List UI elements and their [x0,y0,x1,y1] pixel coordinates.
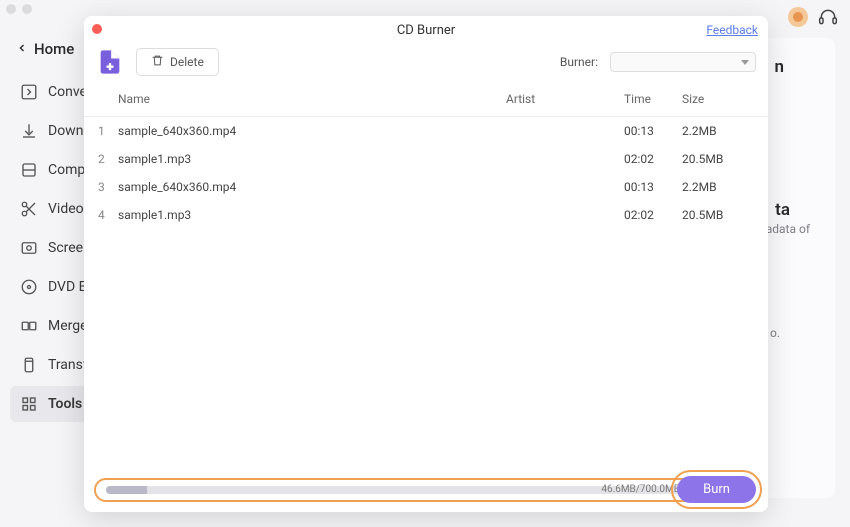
burn-button[interactable]: Burn [677,476,756,503]
row-index: 3 [98,180,118,194]
delete-label: Delete [170,55,204,69]
bg-partial-text: ta [775,200,790,220]
table-header: Name Artist Time Size [84,84,768,117]
converter-icon [20,83,38,101]
row-name: sample1.mp3 [118,208,506,222]
row-time: 00:13 [624,180,682,194]
table-body: 1sample_640x360.mp400:132.2MB2sample1.mp… [84,117,768,468]
col-artist-header: Artist [506,92,624,106]
table-row[interactable]: 2sample1.mp3 02:0220.5MB [84,145,768,173]
progress-bar [106,486,686,494]
transfer-icon [20,356,38,374]
row-time: 00:13 [624,124,682,138]
trash-icon [151,54,164,70]
grid-icon [20,395,38,413]
feedback-link[interactable]: Feedback [706,23,758,37]
modal-footer: 46.6MB/700.0MB Burn [84,468,768,512]
table-row[interactable]: 1sample_640x360.mp4 00:132.2MB [84,117,768,145]
table-row[interactable]: 3sample_640x360.mp4 00:132.2MB [84,173,768,201]
download-icon [20,122,38,140]
row-name: sample1.mp3 [118,152,506,166]
sidebar-item-label: Tools [48,396,82,412]
merge-icon [20,317,38,335]
row-size: 2.2MB [682,124,754,138]
burner-select[interactable] [610,52,756,72]
delete-button[interactable]: Delete [136,48,219,76]
row-size: 20.5MB [682,152,754,166]
col-name-header: Name [118,92,506,106]
avatar[interactable] [788,7,808,27]
disc-icon [20,278,38,296]
traffic-light-dot[interactable] [22,4,32,14]
burner-label: Burner: [560,55,598,69]
row-name: sample_640x360.mp4 [118,180,506,194]
table-row[interactable]: 4sample1.mp3 02:0220.5MB [84,201,768,229]
row-index: 4 [98,208,118,222]
modal-title: CD Burner [84,16,768,45]
chevron-left-icon [16,40,28,58]
bg-partial-text: adata of [766,222,810,236]
traffic-light-dot[interactable] [6,4,16,14]
cd-burner-modal: CD Burner Feedback Delete Burner: Name A… [84,16,768,512]
progress-text: 46.6MB/700.0MB [601,484,680,495]
record-icon [20,239,38,257]
bg-partial-text: o. [770,326,780,340]
row-index: 2 [98,152,118,166]
progress-fill [106,486,147,494]
window-controls [6,4,32,14]
add-file-icon[interactable] [96,48,124,76]
burn-highlight: Burn [671,470,762,509]
row-time: 02:02 [624,208,682,222]
progress-container: 46.6MB/700.0MB [94,478,702,502]
col-time-header: Time [624,92,682,106]
support-icon[interactable] [818,7,838,27]
row-size: 2.2MB [682,180,754,194]
row-time: 02:02 [624,152,682,166]
home-label: Home [34,40,74,58]
row-name: sample_640x360.mp4 [118,124,506,138]
scissors-icon [20,200,38,218]
bg-partial-text: n [775,57,785,77]
row-size: 20.5MB [682,208,754,222]
col-size-header: Size [682,92,754,106]
compress-icon [20,161,38,179]
row-index: 1 [98,124,118,138]
